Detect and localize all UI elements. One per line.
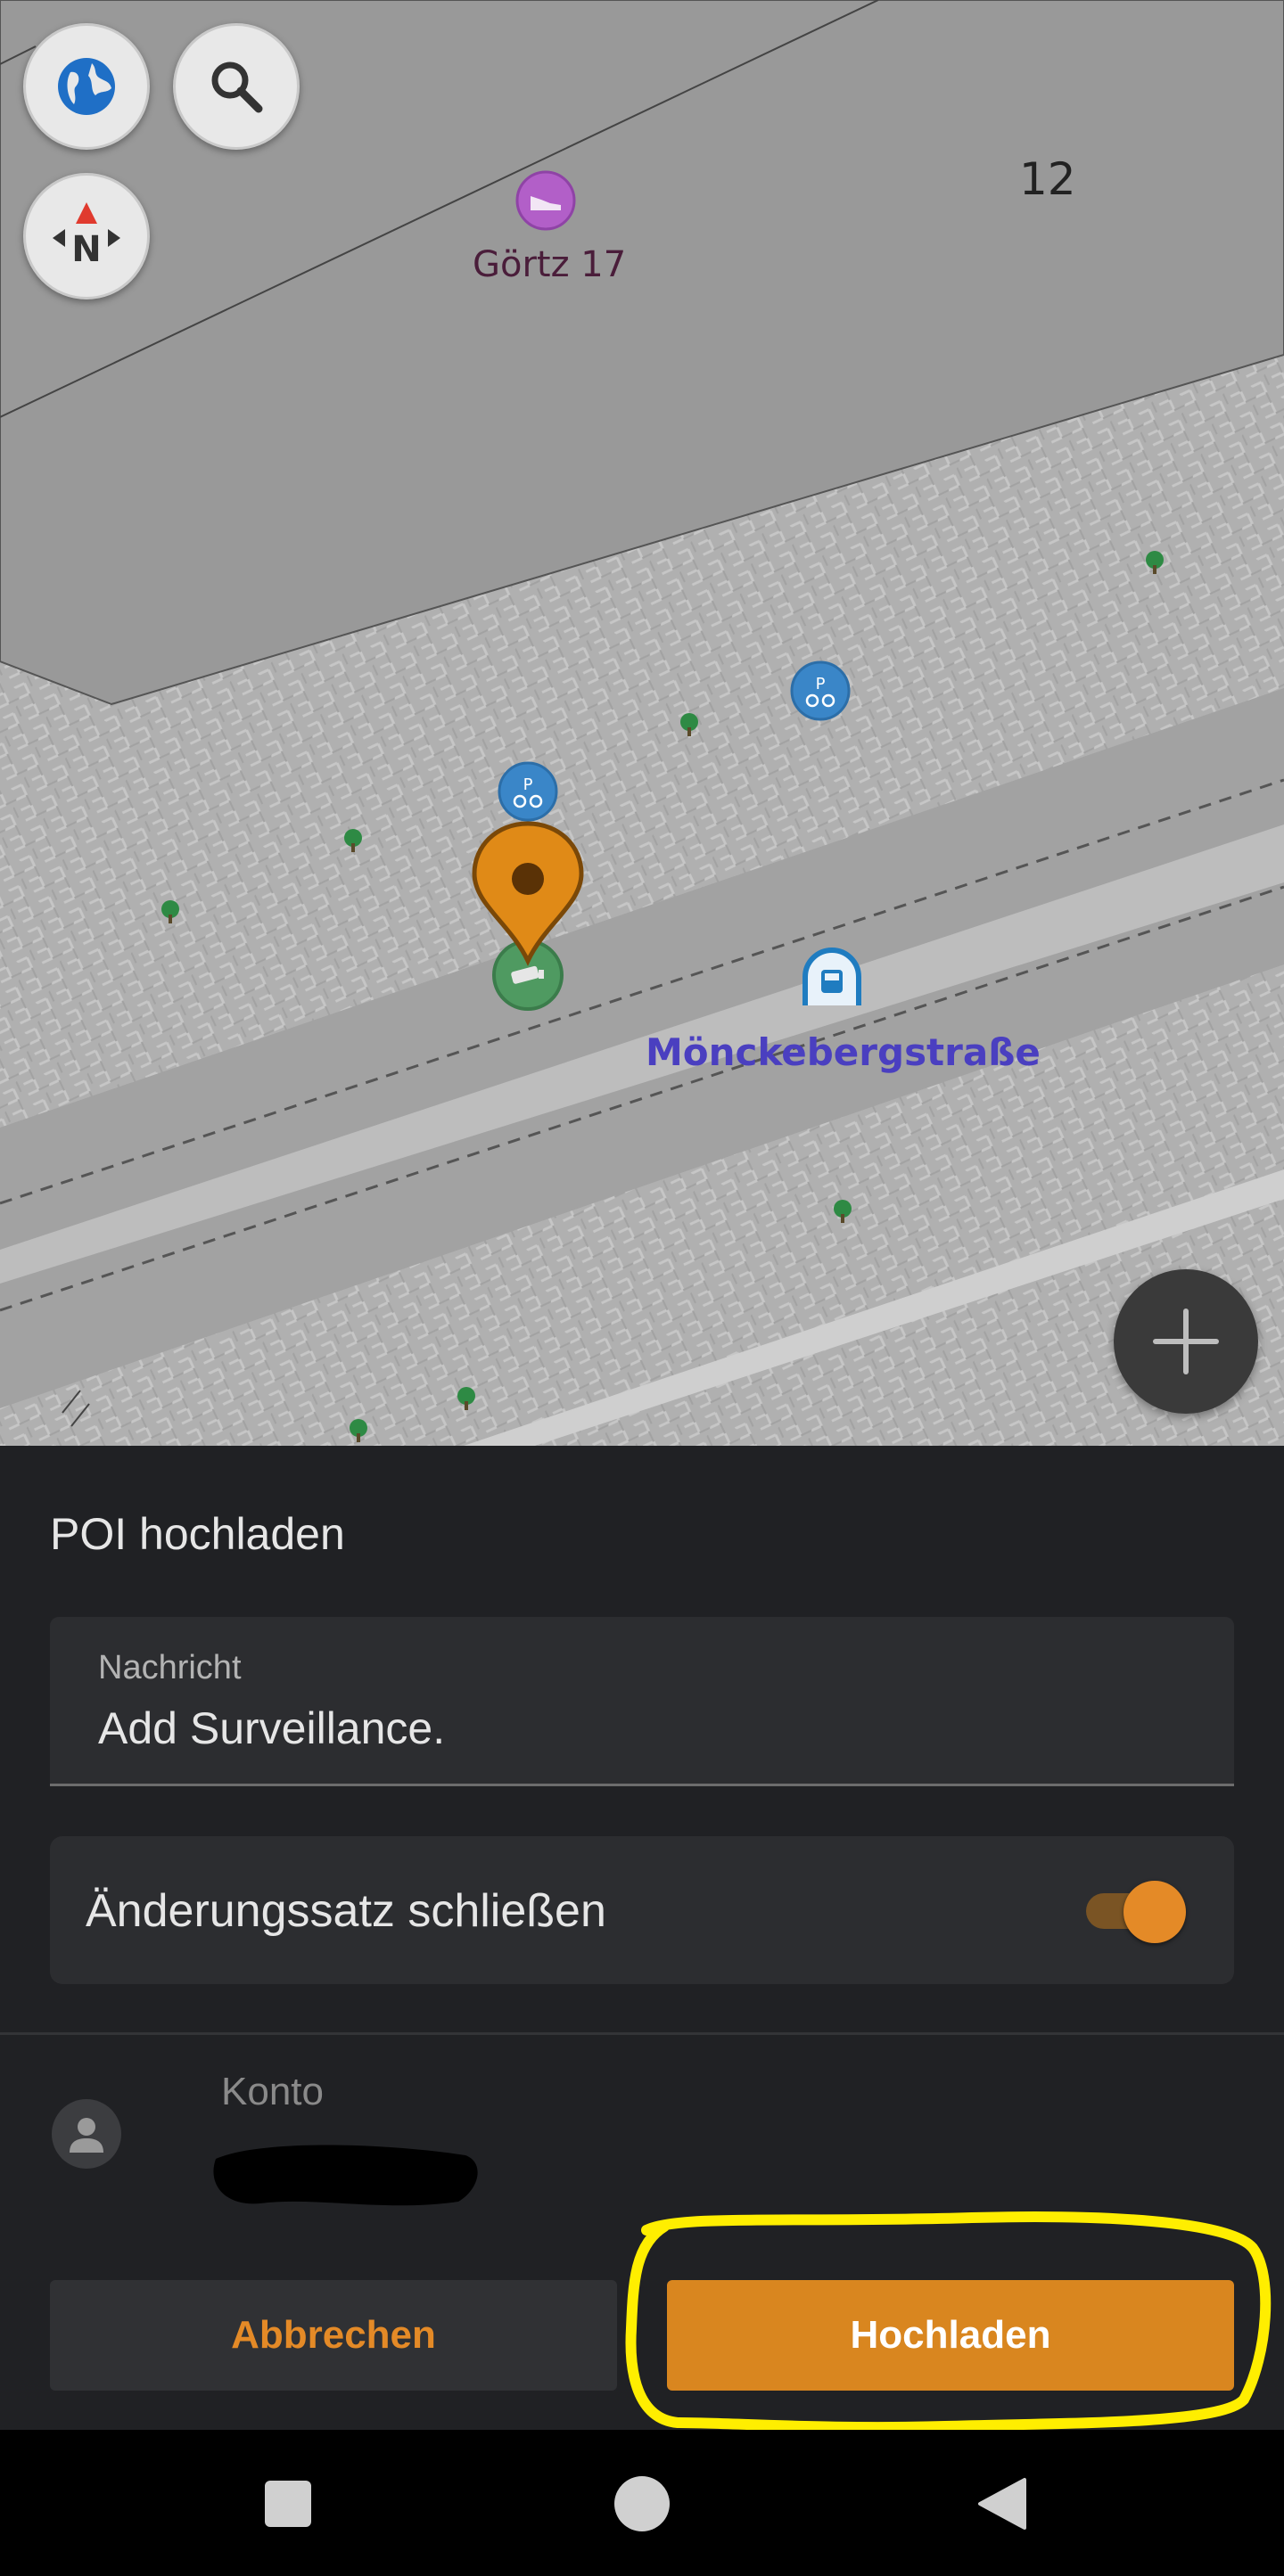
divider [0, 2032, 1284, 2035]
message-field-label: Nachricht [98, 1649, 242, 1686]
tree-icons [161, 551, 1164, 1442]
add-poi-button[interactable] [1114, 1269, 1258, 1414]
recents-button[interactable] [248, 2464, 328, 2544]
triangle-back-icon [978, 2478, 1026, 2530]
svg-text:P: P [816, 675, 826, 693]
person-icon [70, 2118, 103, 2153]
close-changeset-row[interactable]: Änderungssatz schließen [50, 1836, 1234, 1984]
upload-button[interactable]: Hochladen [667, 2280, 1234, 2391]
close-changeset-switch[interactable] [1086, 1877, 1186, 1943]
zoom-level: 12 [1019, 153, 1076, 205]
svg-text:N: N [71, 229, 101, 270]
plus-icon [1153, 1309, 1219, 1374]
svg-text:P: P [523, 775, 533, 794]
layers-button[interactable] [23, 23, 150, 150]
map-view[interactable]: P P Görtz 17 12 Mönckebergstraße N [0, 0, 1284, 1446]
upload-poi-sheet: POI hochladen Nachricht Add Surveillance… [0, 1446, 1284, 2430]
back-button[interactable] [961, 2464, 1041, 2544]
poi-shop-label: Görtz 17 [473, 244, 627, 285]
shoe-shop-icon[interactable] [514, 169, 577, 232]
cancel-button[interactable]: Abbrechen [50, 2280, 617, 2391]
bicycle-parking-icon[interactable]: P [789, 660, 852, 722]
search-icon [211, 62, 263, 113]
bicycle-parking-icon[interactable]: P [497, 760, 559, 823]
home-button[interactable] [602, 2464, 682, 2544]
system-nav-bar [0, 2430, 1284, 2576]
close-changeset-label: Änderungssatz schließen [86, 1885, 606, 1937]
globe-icon [58, 58, 115, 115]
avatar [52, 2099, 121, 2169]
sheet-title: POI hochladen [50, 1509, 345, 1559]
message-input[interactable]: Add Surveillance. [98, 1702, 445, 1754]
station-label: Mönckebergstraße [646, 1030, 1041, 1074]
account-name-redaction [213, 2145, 478, 2206]
circle-icon [614, 2476, 670, 2531]
location-pin-icon[interactable] [467, 818, 588, 966]
subway-station-icon[interactable] [800, 947, 864, 1011]
square-icon [265, 2481, 311, 2527]
account-label: Konto [221, 2070, 324, 2113]
search-button[interactable] [173, 23, 300, 150]
message-field[interactable]: Nachricht Add Surveillance. [50, 1617, 1234, 1786]
compass-button[interactable]: N [23, 173, 150, 299]
compass-icon: N [53, 202, 120, 270]
switch-thumb [1124, 1881, 1186, 1943]
